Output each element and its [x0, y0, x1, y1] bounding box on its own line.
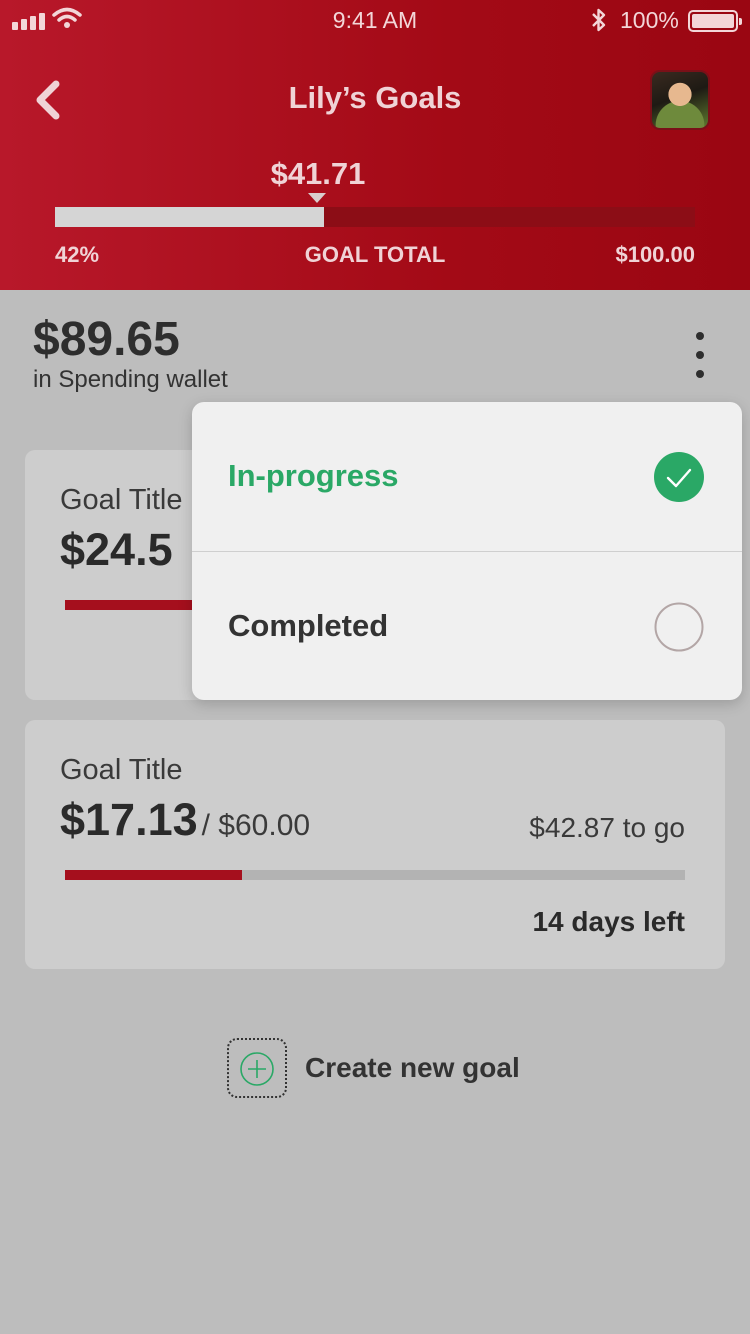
goal-total-progress-bar [55, 207, 695, 227]
goal-filter-menu: In-progress Completed [192, 402, 742, 700]
goal-remaining: $42.87 to go [529, 812, 685, 843]
goal-progress-bar [65, 870, 685, 880]
status-bar: 9:41 AM 100% [0, 0, 750, 40]
goal-card[interactable]: Goal Title $17.13/ $60.00 $42.87 to go 1… [25, 720, 725, 969]
check-circle-icon [654, 452, 704, 502]
plus-circle-icon [240, 1052, 274, 1086]
goal-percent: 42% [55, 242, 100, 267]
goal-current-amount: $24.5 [60, 524, 173, 575]
goal-days-left: 14 days left [532, 906, 685, 937]
goal-total-progress-fill [55, 207, 324, 227]
goal-title: Goal Title [60, 754, 183, 786]
filter-option-label: Completed [228, 608, 389, 643]
bluetooth-icon [592, 8, 606, 32]
create-goal-label: Create new goal [305, 1052, 520, 1083]
create-goal-button[interactable]: Create new goal [227, 1038, 547, 1098]
goal-progress-amount: $41.71 [270, 156, 366, 191]
create-goal-icon-box [227, 1038, 287, 1098]
filter-option-completed[interactable]: Completed [192, 551, 742, 700]
battery-icon [688, 10, 742, 32]
radio-empty-icon [654, 602, 704, 652]
wallet-label: in Spending wallet [33, 366, 228, 393]
more-options-button[interactable] [684, 328, 716, 382]
goal-current-value: $17.13 [60, 794, 198, 845]
goal-title: Goal Title [60, 484, 183, 516]
goal-total-value: $100.00 [615, 242, 695, 267]
goal-target-amount: / $60.00 [201, 809, 311, 842]
goal-progress-fill [65, 870, 242, 880]
battery-percent: 100% [620, 7, 679, 33]
filter-option-in-progress[interactable]: In-progress [192, 402, 742, 551]
goal-current-amount: $17.13/ $60.00 [60, 794, 310, 846]
wallet-balance: $89.65 [33, 313, 180, 366]
filter-option-label: In-progress [228, 458, 399, 493]
progress-pointer-icon [308, 193, 326, 203]
avatar[interactable] [650, 70, 710, 130]
header: 9:41 AM 100% Lily’s Goals $41.71 GOAL TO… [0, 0, 750, 290]
goal-total-label: GOAL TOTAL [304, 242, 446, 267]
page-title: Lily’s Goals [288, 80, 462, 115]
